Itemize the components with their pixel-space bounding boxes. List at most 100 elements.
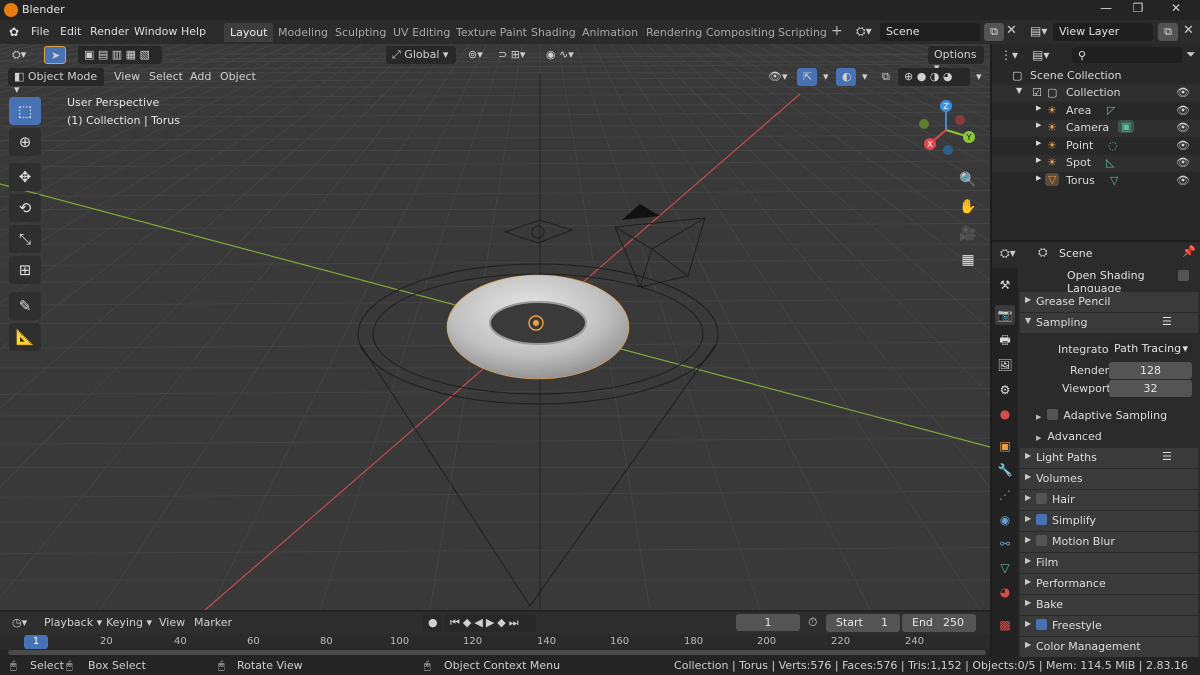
outliner-row-point[interactable]: ▶ ☀ Point ◌ 👁	[992, 138, 1200, 155]
timeline-editor-icon[interactable]: ◷▾	[6, 614, 33, 632]
timeline-menu-marker[interactable]: Marker	[188, 614, 238, 632]
delete-view-layer-icon[interactable]: ✕	[1183, 23, 1194, 38]
panel-volumes[interactable]: ▶ Volumes	[1020, 469, 1198, 489]
viewport-menu-select[interactable]: Select	[143, 68, 189, 86]
expand-arrow-icon[interactable]: ▶	[1036, 104, 1041, 112]
blender-menu-icon[interactable]: ✿	[9, 25, 19, 39]
visibility-eye-icon[interactable]: 👁	[1176, 156, 1190, 169]
outliner-row-spot[interactable]: ▶ ☀ Spot ◺ 👁	[992, 155, 1200, 172]
viewport-menu-object[interactable]: Object	[214, 68, 262, 86]
selection-mode-icons[interactable]: ▣ ▤ ▥ ▦ ▧	[78, 46, 162, 64]
material-tab-icon[interactable]: ◕	[995, 582, 1015, 602]
shading-mode-icons[interactable]: ⊕ ● ◑ ◕	[898, 68, 970, 86]
camera-view-icon[interactable]: 🎥	[955, 222, 981, 246]
move-tool-icon[interactable]: ✥	[9, 163, 41, 191]
editor-type-icon[interactable]: ⛭▾	[6, 46, 32, 64]
visibility-eye-icon[interactable]: 👁	[1176, 121, 1190, 134]
expand-arrow-icon[interactable]: ▶	[1036, 139, 1041, 147]
menu-edit[interactable]: Edit	[60, 25, 81, 38]
simplify-checkbox[interactable]	[1036, 514, 1047, 525]
playback-controls[interactable]: ⏮◆◀▶◆⏭	[444, 614, 536, 632]
ortho-grid-icon[interactable]: ▦	[955, 248, 981, 272]
menu-file[interactable]: File	[31, 25, 49, 38]
view-layer-icon[interactable]: ▤▾	[1030, 24, 1047, 38]
presets-icon[interactable]: ☰	[1162, 450, 1172, 463]
visibility-eye-icon[interactable]: 👁	[1176, 139, 1190, 152]
panel-grease-pencil[interactable]: ▶ Grease Pencil	[1020, 292, 1198, 312]
visibility-icon[interactable]: 👁▾	[762, 68, 794, 86]
record-icon[interactable]: ●	[422, 614, 442, 632]
outliner-row-scene-collection[interactable]: ▢ Scene Collection	[992, 68, 1200, 85]
pin-icon[interactable]: 📌	[1182, 245, 1196, 258]
minimize-button[interactable]: —	[1090, 1, 1122, 19]
pivot-point-icon[interactable]: ⊚▾	[462, 46, 489, 64]
panel-light-paths[interactable]: ▶ Light Paths ☰	[1020, 448, 1198, 468]
scale-tool-icon[interactable]: ⤡	[9, 225, 41, 253]
tab-uv-editing[interactable]: UV Editing	[387, 23, 456, 42]
snap-icon[interactable]: ⊃ ⊞▾	[492, 46, 531, 64]
menu-help[interactable]: Help	[181, 25, 206, 38]
tab-shading[interactable]: Shading	[525, 23, 582, 42]
tab-sculpting[interactable]: Sculpting	[329, 23, 392, 42]
panel-performance[interactable]: ▶ Performance	[1020, 574, 1198, 594]
tab-scripting[interactable]: Scripting	[772, 23, 833, 42]
osl-checkbox[interactable]	[1178, 270, 1189, 281]
panel-freestyle[interactable]: ▶ Freestyle	[1020, 616, 1198, 636]
timeline-menu-keying[interactable]: Keying ▾	[100, 614, 158, 632]
tool-tab-icon[interactable]: ⚒	[995, 275, 1015, 295]
properties-editor-icon[interactable]: ⛭▾	[1000, 246, 1016, 261]
navigation-gizmo[interactable]: Z Y X	[912, 98, 982, 158]
visibility-eye-icon[interactable]: 👁	[1176, 86, 1190, 99]
presets-icon[interactable]: ☰	[1162, 315, 1172, 328]
3d-viewport[interactable]	[0, 44, 990, 610]
overlays-icon[interactable]: ◐	[836, 68, 856, 86]
expand-arrow-icon[interactable]: ▶	[1036, 121, 1041, 129]
expand-arrow-icon[interactable]: ▶	[1036, 174, 1041, 182]
outliner-row-torus[interactable]: ▶ ▽ Torus ▽ 👁	[992, 173, 1200, 190]
subpanel-advanced[interactable]: ▶ Advanced	[1036, 430, 1102, 443]
start-frame-field[interactable]: Start 1	[826, 614, 900, 632]
menu-render[interactable]: Render	[90, 25, 129, 38]
preview-range-icon[interactable]: ⏱	[808, 615, 817, 630]
outliner-row-area[interactable]: ▶ ☀ Area ◸ 👁	[992, 103, 1200, 120]
pan-hand-icon[interactable]: ✋	[955, 195, 981, 219]
outliner-editor-icon[interactable]: ⋮▾	[1000, 48, 1018, 62]
close-window-button[interactable]: ✕	[1160, 1, 1192, 19]
end-frame-field[interactable]: End 250	[902, 614, 976, 632]
outliner-row-camera[interactable]: ▶ ☀ Camera ▣ 👁	[992, 120, 1200, 137]
tab-animation[interactable]: Animation	[576, 23, 644, 42]
mode-dropdown[interactable]: ◧ Object Mode ▾	[8, 68, 104, 96]
outliner-search-input[interactable]: ⚲	[1072, 47, 1182, 63]
expand-arrow-icon[interactable]: ▶	[1036, 156, 1041, 164]
tab-texture-paint[interactable]: Texture Paint	[450, 23, 533, 42]
visibility-eye-icon[interactable]: 👁	[1176, 174, 1190, 187]
tab-modeling[interactable]: Modeling	[272, 23, 334, 42]
gizmo-dropdown-icon[interactable]: ▾	[817, 68, 835, 86]
data-tab-icon[interactable]: ▽	[995, 558, 1015, 578]
subpanel-adaptive-sampling[interactable]: ▶ Adaptive Sampling	[1036, 409, 1167, 422]
timeline-menu-playback[interactable]: Playback ▾	[38, 614, 108, 632]
expand-arrow-icon[interactable]: ▼	[1016, 86, 1022, 95]
overlays-dropdown-icon[interactable]: ▾	[856, 68, 874, 86]
tab-layout[interactable]: Layout	[224, 23, 274, 42]
viewport-samples-field[interactable]: 32	[1109, 380, 1192, 397]
panel-simplify[interactable]: ▶ Simplify	[1020, 511, 1198, 531]
panel-sampling[interactable]: ▼ Sampling ☰	[1020, 313, 1198, 333]
visibility-eye-icon[interactable]: 👁	[1176, 104, 1190, 117]
panel-bake[interactable]: ▶ Bake	[1020, 595, 1198, 615]
new-scene-icon[interactable]: ⧉	[984, 23, 1004, 41]
xray-icon[interactable]: ⧉	[876, 68, 896, 86]
timeline-scrollbar[interactable]	[8, 650, 986, 655]
gizmo-toggle-icon[interactable]: ⇱	[797, 68, 817, 86]
integrator-dropdown[interactable]: Path Tracing ▾	[1109, 340, 1192, 358]
annotate-tool-icon[interactable]: ✎	[9, 292, 41, 320]
constraints-tab-icon[interactable]: ⚯	[995, 534, 1015, 554]
transform-tool-icon[interactable]: ⊞	[9, 256, 41, 284]
current-frame-indicator[interactable]: 1	[24, 635, 48, 649]
current-frame-field[interactable]: 1	[736, 614, 800, 631]
particles-tab-icon[interactable]: ⋰	[995, 485, 1015, 505]
panel-color-management[interactable]: ▶ Color Management	[1020, 637, 1198, 657]
viewport-menu-view[interactable]: View	[108, 68, 146, 86]
rotate-tool-icon[interactable]: ⟲	[9, 194, 41, 222]
transform-orientation-dropdown[interactable]: ⤢ Global ▾	[386, 46, 456, 64]
